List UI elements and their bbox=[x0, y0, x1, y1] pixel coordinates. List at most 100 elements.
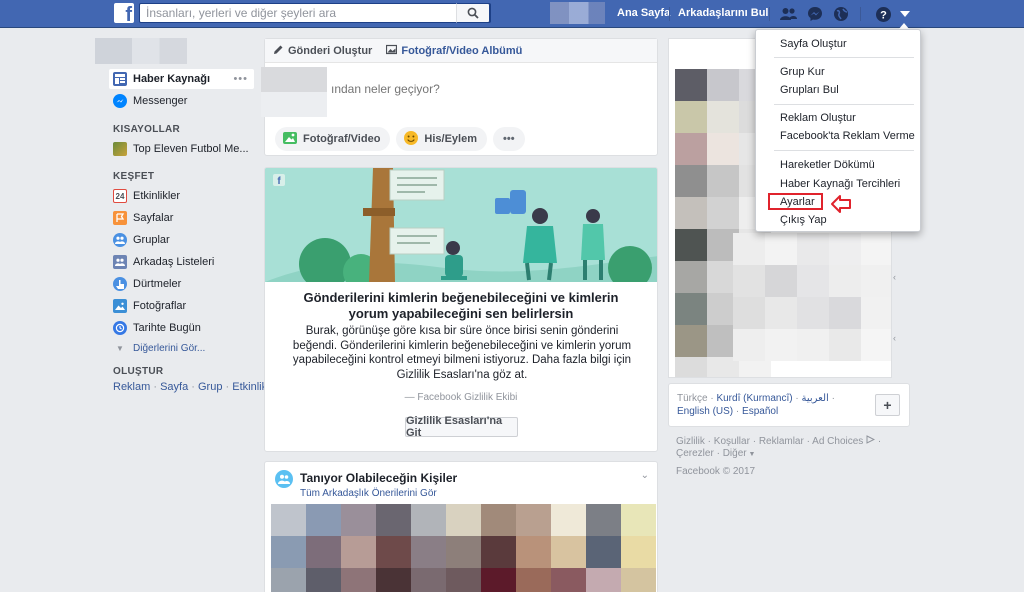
help-icon[interactable]: ? bbox=[874, 5, 892, 23]
svg-text:?: ? bbox=[880, 9, 887, 21]
section-heading-create: OLUŞTUR bbox=[113, 366, 164, 377]
sidebar-item-label: Fotoğraflar bbox=[133, 300, 187, 312]
search-icon bbox=[467, 7, 479, 19]
language-link-arabic[interactable]: العربية bbox=[801, 393, 828, 404]
sidebar-item-label: Messenger bbox=[133, 95, 188, 107]
news-feed-icon bbox=[113, 72, 127, 86]
sidebar-item-on-this-day[interactable]: Tarihte Bugün bbox=[113, 318, 258, 338]
composer-actions: Fotoğraf/Video His/Eylem ••• bbox=[275, 127, 531, 151]
chevron-left-icon[interactable]: ‹ bbox=[893, 272, 896, 282]
sidebar-item-events[interactable]: 24 Etkinlikler bbox=[113, 186, 258, 206]
clock-history-icon bbox=[113, 321, 127, 335]
create-links-row: Reklam · Sayfa · Grup · Etkinlik bbox=[113, 381, 267, 393]
sidebar-item-news-feed[interactable]: Haber Kaynağı ••• bbox=[109, 69, 254, 89]
profile-avatar-blurred[interactable] bbox=[550, 2, 605, 24]
sidebar-item-label: Tarihte Bugün bbox=[133, 322, 201, 334]
privacy-card-signature: — Facebook Gizlilik Ekibi bbox=[404, 392, 518, 403]
globe-notifications-icon[interactable] bbox=[832, 5, 850, 23]
see-all-suggestions-link[interactable]: Tüm Arkadaşlık Önerilerini Gör bbox=[300, 488, 437, 499]
privacy-card-title: Gönderilerini kimlerin beğenebileceğini … bbox=[303, 290, 619, 321]
photo-icon bbox=[283, 131, 297, 147]
messages-icon[interactable] bbox=[806, 5, 824, 23]
menu-separator bbox=[774, 150, 914, 151]
sidebar-item-label: Top Eleven Futbol Me... bbox=[133, 143, 249, 155]
sidebar-item-label: Gruplar bbox=[133, 234, 170, 246]
people-you-may-know-card: Tanıyor Olabileceğin Kişiler Tüm Arkadaş… bbox=[264, 461, 658, 592]
language-selector-card: Türkçe · Kurdî (Kurmancî) · العربية · En… bbox=[668, 383, 910, 427]
sidebar-item-label: Sayfalar bbox=[133, 212, 174, 224]
sidebar-item-messenger[interactable]: Messenger bbox=[113, 91, 258, 111]
search-input[interactable] bbox=[140, 4, 450, 22]
caret-down-icon: ▼ bbox=[746, 451, 756, 458]
privacy-link[interactable]: Gizlilik bbox=[676, 436, 705, 447]
create-page-link[interactable]: Sayfa bbox=[160, 381, 188, 393]
language-link-kurdi[interactable]: Kurdî (Kurmancî) bbox=[716, 393, 792, 404]
language-link-english[interactable]: English (US) bbox=[677, 406, 733, 417]
smiley-icon bbox=[404, 130, 419, 148]
tab-label: Fotoğraf/Video Albümü bbox=[401, 44, 523, 57]
create-group-link[interactable]: Grup bbox=[198, 381, 222, 393]
menu-item-create-ad[interactable]: Reklam Oluştur bbox=[756, 109, 920, 127]
menu-item-advertise[interactable]: Facebook'ta Reklam Verme bbox=[756, 127, 920, 145]
search-button[interactable] bbox=[456, 3, 490, 23]
tab-create-post[interactable]: Gönderi Oluştur bbox=[273, 44, 372, 58]
go-to-privacy-basics-button[interactable]: Gizlilik Esasları'na Git bbox=[405, 415, 518, 439]
pymk-title: Tanıyor Olabileceğin Kişiler bbox=[300, 471, 458, 485]
feeling-activity-button[interactable]: His/Eylem bbox=[396, 127, 488, 151]
see-more-link[interactable]: ▼ Diğerlerini Gör... bbox=[113, 338, 258, 358]
composer-tabs: Gönderi Oluştur Fotoğraf/Video Albümü bbox=[265, 39, 657, 63]
chevron-left-icon[interactable]: ‹ bbox=[893, 333, 896, 343]
home-link[interactable]: Ana Sayfa bbox=[617, 7, 670, 19]
more-languages-button[interactable]: + bbox=[875, 394, 900, 416]
cookies-link[interactable]: Çerezler bbox=[676, 448, 714, 459]
sidebar-item-top-eleven[interactable]: Top Eleven Futbol Me... bbox=[113, 139, 258, 159]
menu-item-news-feed-preferences[interactable]: Haber Kaynağı Tercihleri bbox=[756, 175, 920, 193]
account-menu-chevron-down-icon[interactable] bbox=[896, 5, 914, 23]
link-separator: · bbox=[222, 381, 233, 393]
create-ad-link[interactable]: Reklam bbox=[113, 381, 150, 393]
messenger-icon bbox=[113, 94, 127, 108]
button-label: Fotoğraf/Video bbox=[303, 133, 381, 145]
ad-choices-icon bbox=[866, 435, 878, 447]
more-composer-options-button[interactable]: ••• bbox=[493, 127, 525, 151]
profile-name-blurred[interactable] bbox=[95, 38, 187, 64]
more-options-icon[interactable]: ••• bbox=[233, 73, 248, 85]
suggestions-blurred-grid bbox=[271, 504, 656, 592]
blurred-thumbnails bbox=[733, 233, 891, 361]
pencil-icon bbox=[273, 44, 284, 58]
friend-requests-icon[interactable] bbox=[779, 5, 797, 23]
language-link-spanish[interactable]: Español bbox=[742, 406, 778, 417]
create-event-link[interactable]: Etkinlik bbox=[232, 381, 267, 393]
top-navigation-bar: f Ana Sayfa Arkadaşlarını Bul ? bbox=[0, 0, 1024, 28]
terms-link[interactable]: Koşullar bbox=[714, 436, 750, 447]
ad-choices-link[interactable]: Ad Choices bbox=[812, 436, 863, 447]
footer-links-row-2: Çerezler · Diğer ▼ bbox=[676, 448, 756, 459]
facebook-logo-icon[interactable]: f bbox=[114, 3, 134, 23]
divider bbox=[769, 7, 770, 21]
divider bbox=[669, 7, 670, 21]
button-label: His/Eylem bbox=[424, 133, 478, 145]
menu-item-create-group[interactable]: Grup Kur bbox=[756, 63, 920, 81]
photos-icon bbox=[113, 299, 127, 313]
copyright: Facebook © 2017 bbox=[676, 466, 756, 477]
chevron-down-icon[interactable]: ⌄ bbox=[641, 470, 649, 481]
more-footer-link[interactable]: Diğer bbox=[723, 448, 747, 459]
post-composer: Gönderi Oluştur Fotoğraf/Video Albümü Fo… bbox=[261, 38, 658, 156]
see-more-label: Diğerlerini Gör... bbox=[133, 342, 206, 354]
red-arrow-icon bbox=[831, 195, 851, 213]
sidebar-item-friend-lists[interactable]: Arkadaş Listeleri bbox=[113, 252, 258, 272]
photo-video-button[interactable]: Fotoğraf/Video bbox=[275, 127, 391, 151]
ads-link[interactable]: Reklamlar bbox=[759, 436, 804, 447]
status-input[interactable] bbox=[331, 77, 651, 101]
sidebar-item-pages[interactable]: Sayfalar bbox=[113, 208, 258, 228]
language-links-row-2: English (US) · Español bbox=[677, 406, 779, 417]
album-icon bbox=[386, 44, 398, 58]
sidebar-item-groups[interactable]: Gruplar bbox=[113, 230, 258, 250]
menu-item-find-groups[interactable]: Grupları Bul bbox=[756, 81, 920, 99]
menu-item-activity-log[interactable]: Hareketler Dökümü bbox=[756, 156, 920, 174]
menu-item-create-page[interactable]: Sayfa Oluştur bbox=[756, 35, 920, 53]
sidebar-item-photos[interactable]: Fotoğraflar bbox=[113, 296, 258, 316]
find-friends-link[interactable]: Arkadaşlarını Bul bbox=[678, 7, 768, 19]
sidebar-item-pokes[interactable]: Dürtmeler bbox=[113, 274, 258, 294]
tab-photo-album[interactable]: Fotoğraf/Video Albümü bbox=[386, 44, 522, 58]
